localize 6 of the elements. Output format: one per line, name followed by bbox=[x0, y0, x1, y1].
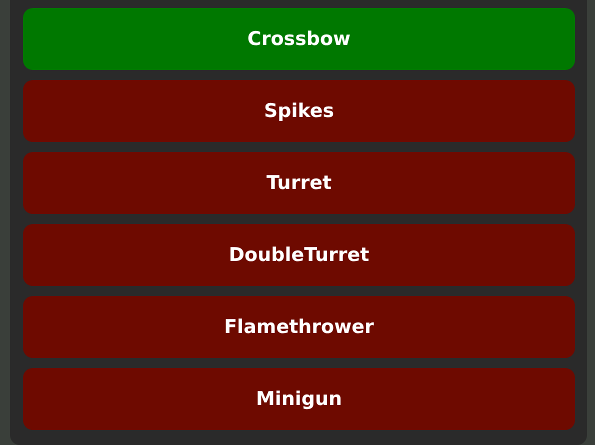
item-button[interactable]: Minigun bbox=[23, 368, 575, 430]
item-button[interactable]: Turret bbox=[23, 152, 575, 214]
item-button[interactable]: Flamethrower bbox=[23, 296, 575, 358]
item-button[interactable]: Crossbow bbox=[23, 8, 575, 70]
item-button[interactable]: Spikes bbox=[23, 80, 575, 142]
item-button[interactable]: DoubleTurret bbox=[23, 224, 575, 286]
